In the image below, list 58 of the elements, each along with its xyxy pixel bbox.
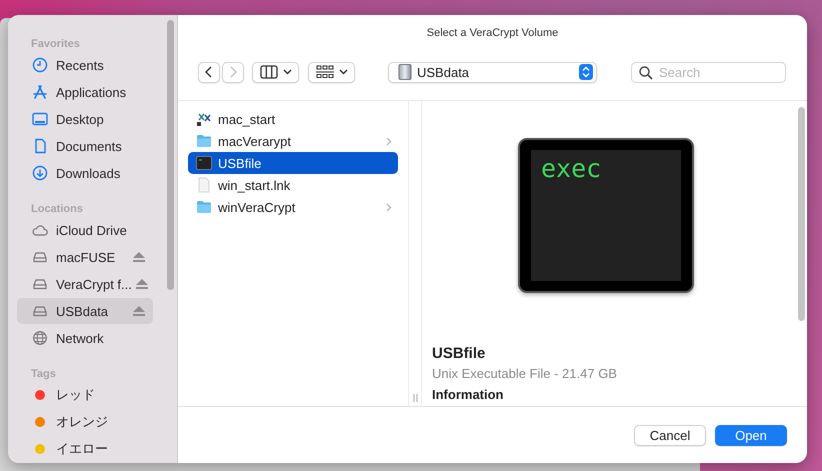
document-icon: [196, 177, 212, 193]
columns-icon: [260, 65, 278, 79]
section-heading: Favorites: [31, 38, 81, 52]
caret-icon: [338, 69, 348, 75]
sidebar-item[interactable]: イエロー: [17, 436, 153, 462]
section-heading: Locations: [31, 203, 84, 217]
app-store-icon: [32, 84, 48, 100]
chevron-icon: [386, 202, 392, 212]
file-row[interactable]: winVeraCrypt: [188, 196, 398, 218]
folder-icon: [196, 133, 212, 149]
terminal-icon: [196, 155, 212, 171]
stepper-icon: [579, 64, 593, 80]
file-name: USBfile: [432, 345, 486, 362]
search-field[interactable]: Search: [631, 62, 786, 82]
file-row[interactable]: mac_start: [188, 108, 398, 130]
folder-icon: [196, 199, 212, 215]
drive-icon: [397, 64, 413, 80]
section-heading: Information: [432, 387, 504, 402]
download-icon: [32, 165, 48, 181]
location-popup[interactable]: USBdata: [388, 62, 597, 82]
sidebar-item[interactable]: macFUSE: [17, 244, 153, 270]
chevron-icon: [386, 136, 392, 146]
file-row[interactable]: win_start.lnk: [188, 174, 398, 196]
clock-icon: [32, 57, 48, 73]
file-info: Unix Executable File - 21.47 GB: [432, 366, 618, 381]
open-button[interactable]: Open: [715, 424, 787, 446]
sidebar-item[interactable]: Documents: [17, 133, 153, 159]
resize-handle-icon[interactable]: [412, 394, 418, 402]
desktop-icon: [32, 111, 48, 127]
sidebar-item[interactable]: Applications: [17, 79, 153, 105]
window-title: Select a VeraCrypt Volume: [426, 26, 560, 41]
sidebar-item[interactable]: レッド: [17, 382, 153, 408]
eject-icon[interactable]: [133, 306, 145, 316]
group-button[interactable]: [308, 62, 355, 82]
scrollbar[interactable]: [798, 107, 805, 321]
back-button[interactable]: [198, 62, 220, 82]
file-row[interactable]: USBfile: [188, 152, 398, 174]
script-icon: [196, 111, 212, 127]
section-heading: Tags: [31, 368, 57, 382]
sidebar-item[interactable]: iCloud Drive: [17, 217, 153, 243]
file-row[interactable]: macVerarypt: [188, 130, 398, 152]
globe-icon: [32, 330, 48, 346]
sidebar-item[interactable]: Desktop: [17, 106, 153, 132]
sidebar-item[interactable]: Downloads: [17, 160, 153, 186]
grid-icon: [316, 65, 334, 79]
scrollbar[interactable]: [167, 20, 174, 290]
view-mode-button[interactable]: [252, 62, 299, 82]
sidebar-item[interactable]: Recents: [17, 52, 153, 78]
eject-icon[interactable]: [136, 279, 148, 289]
sidebar-item[interactable]: オレンジ: [17, 409, 153, 435]
cancel-button[interactable]: Cancel: [634, 424, 706, 446]
sidebar-item[interactable]: Network: [17, 325, 153, 351]
icon-text: exec: [541, 154, 602, 183]
search-icon: [639, 66, 653, 80]
sidebar-item[interactable]: USBdata: [17, 298, 153, 324]
sidebar-item[interactable]: VeraCrypt f...: [17, 271, 153, 297]
eject-icon[interactable]: [133, 252, 145, 262]
caret-icon: [282, 69, 292, 75]
